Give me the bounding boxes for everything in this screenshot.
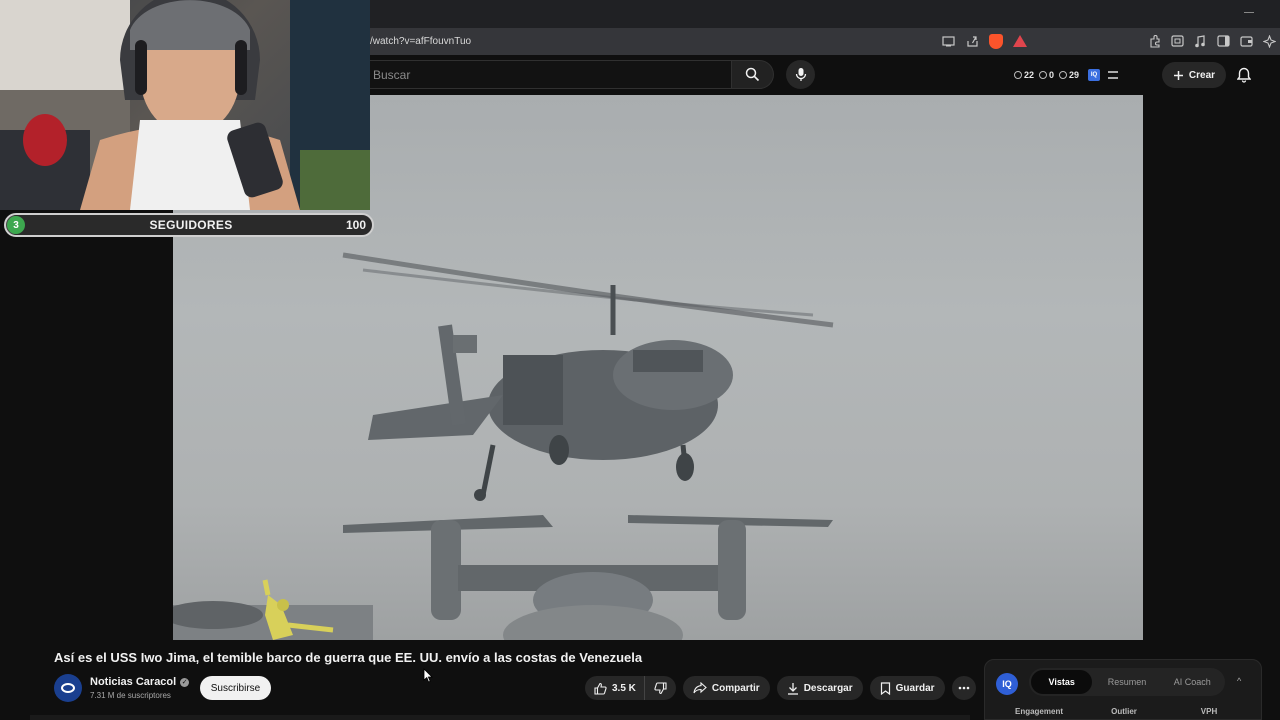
clock-icon [1014, 71, 1022, 79]
eye-icon [1039, 71, 1048, 79]
share-button[interactable]: Compartir [682, 676, 770, 700]
thumbs-up-icon [594, 682, 607, 695]
save-button[interactable]: Guardar [869, 676, 945, 700]
ext-columns: Engagement Outlier VPH [999, 707, 1249, 716]
sidebar-icon[interactable] [1215, 33, 1231, 49]
screenshot-icon[interactable] [1169, 33, 1185, 49]
download-button[interactable]: Descargar [776, 676, 863, 700]
download-icon [787, 682, 798, 695]
analytics-extension-panel: IQ Vistas Resumen AI Coach ^ Engagement … [984, 659, 1262, 720]
toolbar-icons [1146, 33, 1277, 49]
channel-name[interactable]: Noticias Caracol ✓ [90, 676, 190, 688]
address-bar-icons [940, 33, 1028, 49]
ext-col-outlier: Outlier [1111, 707, 1137, 716]
ext-tabs: Vistas Resumen AI Coach [1029, 668, 1225, 696]
goal-target: 100 [345, 218, 366, 232]
share-icon[interactable] [964, 33, 980, 49]
extensions-icon[interactable] [1146, 33, 1162, 49]
bottom-strip [30, 715, 970, 720]
ext-tab-resumen[interactable]: Resumen [1096, 670, 1157, 694]
leo-ai-icon[interactable] [1261, 33, 1277, 49]
stat-watch-time: 22 [1014, 70, 1034, 80]
bookmark-icon [880, 681, 890, 695]
search-icon [745, 67, 760, 82]
dislike-button[interactable] [645, 676, 676, 700]
search-button[interactable] [732, 60, 774, 89]
video-actions: 3.5 K Compartir Descargar Guardar [585, 676, 976, 700]
search-input[interactable]: Buscar [373, 68, 410, 82]
subscriber-count: 7.31 M de suscriptores [90, 691, 171, 700]
ext-tab-vistas[interactable]: Vistas [1031, 670, 1093, 694]
voice-search-button[interactable] [786, 60, 815, 89]
wallet-icon[interactable] [1238, 33, 1254, 49]
cast-icon[interactable] [940, 33, 956, 49]
minimize-icon[interactable] [1244, 12, 1254, 13]
url-text[interactable]: /watch?v=afFfouvnTuo [370, 36, 471, 47]
search-box[interactable]: Buscar [362, 60, 732, 89]
video-title: Así es el USS Iwo Jima, el temible barco… [54, 650, 643, 665]
goal-current: 3 [7, 216, 25, 234]
ext-col-engagement: Engagement [1014, 707, 1063, 716]
streamer-camera-image [0, 0, 370, 210]
more-horizontal-icon [958, 686, 969, 690]
goal-label: SEGUIDORES [149, 218, 233, 232]
create-button[interactable]: Crear [1162, 62, 1226, 88]
plus-icon [1173, 70, 1183, 80]
like-dislike-group: 3.5 K [585, 676, 676, 700]
caracol-logo-icon [61, 683, 75, 693]
follower-goal-bar: SEGUIDORES 3 100 [4, 213, 374, 237]
brave-shield-icon[interactable] [988, 33, 1004, 49]
mouse-cursor-icon [423, 668, 433, 683]
verified-check-icon: ✓ [180, 677, 190, 687]
eye-outline-icon [1059, 71, 1068, 79]
chevron-up-icon[interactable]: ^ [1237, 676, 1241, 686]
like-button[interactable]: 3.5 K [585, 676, 645, 700]
more-actions-button[interactable] [951, 676, 976, 700]
music-icon[interactable] [1192, 33, 1208, 49]
ext-tab-ai-coach[interactable]: AI Coach [1162, 670, 1223, 694]
channel-avatar[interactable] [54, 674, 82, 702]
webcam-overlay [0, 0, 370, 210]
extension-stats: 22 0 29 IQ [1014, 64, 1119, 86]
subscribe-button[interactable]: Suscribirse [200, 676, 271, 700]
iq-logo-icon[interactable]: IQ [1088, 69, 1101, 81]
stat-views: 0 [1039, 70, 1054, 80]
notifications-button[interactable] [1236, 66, 1252, 84]
screen: /watch?v=afFfouvnTuo Buscar 22 0 29 IQ C… [0, 0, 1280, 720]
share-arrow-icon [693, 682, 707, 694]
microphone-icon [795, 68, 806, 81]
ext-logo-icon[interactable]: IQ [996, 673, 1018, 695]
ext-col-vph: VPH [1200, 707, 1218, 716]
menu-lines-icon[interactable] [1108, 71, 1119, 79]
bell-icon [1237, 67, 1251, 83]
stat-impressions: 29 [1059, 70, 1079, 80]
brave-rewards-icon[interactable] [1012, 33, 1028, 49]
thumbs-down-icon [654, 681, 667, 694]
